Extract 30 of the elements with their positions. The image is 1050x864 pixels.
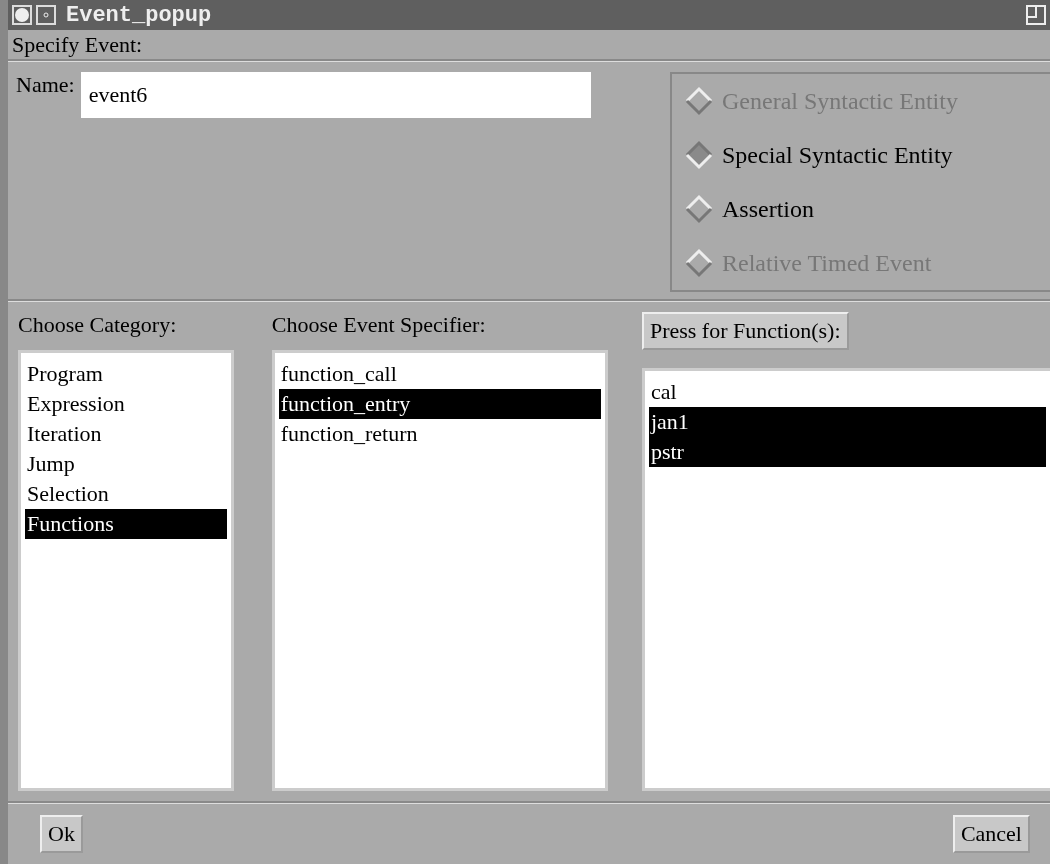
list-item[interactable]: function_entry [278,389,601,419]
maximize-icon[interactable] [1026,5,1046,25]
list-item[interactable]: Functions [25,509,227,539]
category-label: Choose Category: [18,312,178,338]
name-input-field[interactable]: event6 [80,72,591,118]
window-menu-button[interactable] [12,5,32,25]
list-item[interactable]: pstr [648,437,1046,467]
name-label: Name: [16,72,75,98]
radio-label[interactable]: Assertion [722,195,814,223]
section-title: Specify Event: [12,32,143,57]
press-for-functions-button[interactable]: Press for Function(s): [641,312,849,350]
list-item[interactable]: Selection [25,479,227,509]
list-item[interactable]: function_return [278,419,601,449]
list-item[interactable]: function_call [278,359,601,389]
radio-label[interactable]: Special Syntactic Entity [722,141,953,169]
list-item[interactable]: cal [648,377,1046,407]
cancel-button[interactable]: Cancel [952,815,1030,853]
dot-icon [43,12,49,18]
minimize-button[interactable] [36,5,56,25]
list-item[interactable]: Expression [25,389,227,419]
radio-diamond-icon[interactable] [684,194,714,224]
specifier-label: Choose Event Specifier: [271,312,487,338]
radio-diamond-icon[interactable] [684,140,714,170]
ok-button[interactable]: Ok [40,815,83,853]
window-title: Event_popup [66,2,213,28]
list-item[interactable]: Program [25,359,227,389]
list-item[interactable]: Jump [25,449,227,479]
circle-icon [15,8,29,22]
list-item[interactable]: jan1 [648,407,1046,437]
list-item[interactable]: Iteration [25,419,227,449]
